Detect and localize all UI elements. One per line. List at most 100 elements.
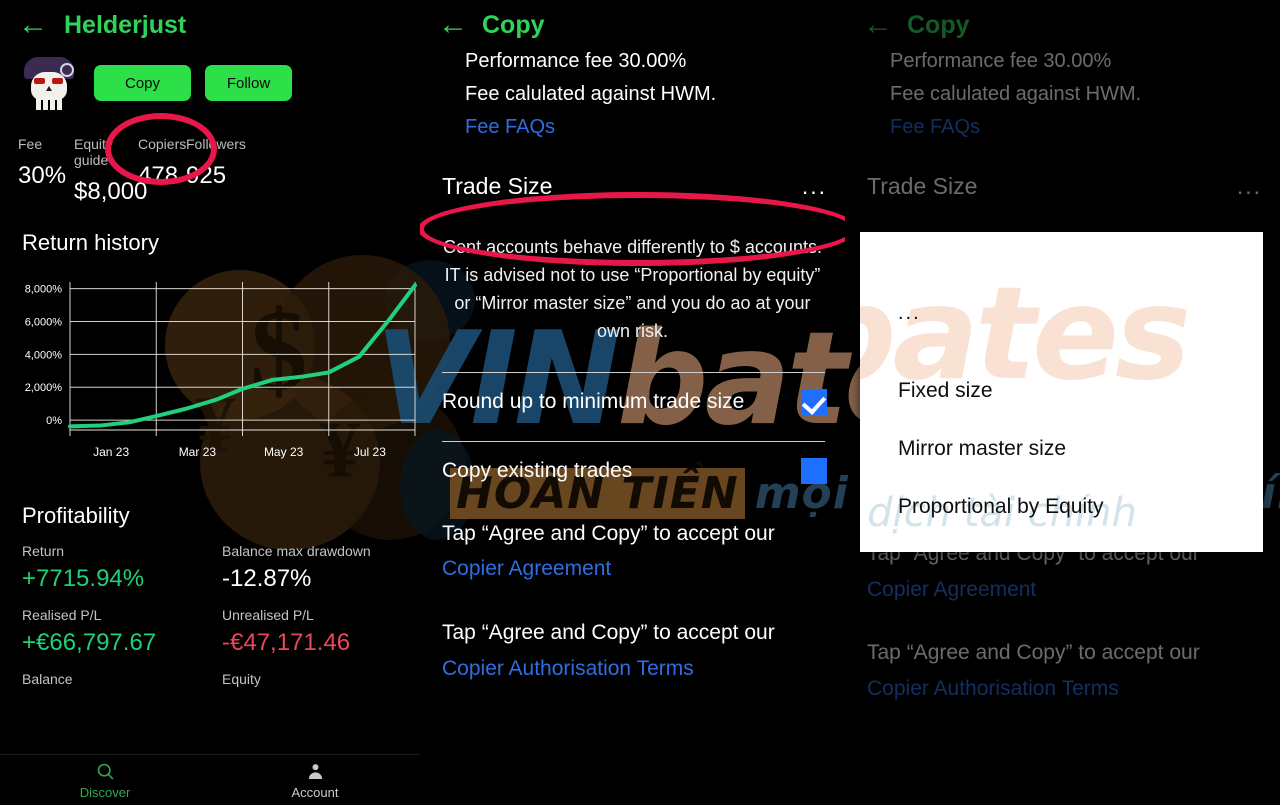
chart-svg: 0% 2,000% 4,000% 6,000% 8,000% Jan 23 Mar 23 Ma… (25, 282, 417, 459)
metric-label: Equity (222, 671, 261, 687)
back-arrow-icon[interactable]: ← (863, 10, 893, 40)
metric-balance-max-drawdown: Balance max drawdown -12.87% (222, 543, 420, 593)
performance-fee-text: Performance fee 30.00% (890, 50, 1112, 72)
agreement-prefix: Tap “Agree and Copy” to accept our (867, 641, 1200, 665)
metric-value: +€66,797.67 (22, 629, 157, 656)
skull-eye-right (52, 78, 63, 84)
metric-label: Unrealised P/L (222, 607, 314, 623)
option-label: Round up to minimum trade size (442, 389, 745, 413)
stat-value: 478 (138, 162, 179, 189)
copy-settings-panel: ← Copy Performance fee 30.00% Fee calula… (420, 0, 845, 805)
page-title: Copy (482, 10, 545, 39)
option-round-up[interactable]: Round up to minimum trade size (420, 373, 845, 415)
svg-text:4,000%: 4,000% (25, 349, 63, 361)
stat-value: 30% (18, 162, 67, 189)
round-up-checkbox[interactable] (801, 388, 827, 415)
screenshot-root: $ ¥ ¥ VINbates HOÀN TIỀNmọi giao dịch tà… (0, 0, 1280, 805)
tab-account[interactable]: Account (210, 755, 420, 805)
dropdown-option-mirror-master-size[interactable]: Mirror master size (860, 420, 1263, 478)
option-copy-existing[interactable]: Copy existing trades (420, 442, 845, 484)
stat-label: Followers (186, 136, 246, 152)
page-title: Copy (907, 10, 970, 39)
tab-label: Account (291, 784, 339, 800)
metric-value: +7715.94% (22, 565, 145, 592)
copier-authorisation-text: Tap “Agree and Copy” to accept our Copie… (845, 607, 1280, 706)
search-icon (97, 763, 113, 779)
cent-account-note: Cent accounts behave differently to $ ac… (443, 237, 822, 341)
tab-discover[interactable]: Discover (0, 755, 210, 805)
metric-label: Balance max drawdown (222, 543, 371, 559)
stat-value: 925 (186, 162, 227, 189)
copy-existing-checkbox[interactable] (801, 457, 827, 484)
skull-tooth (36, 96, 41, 110)
trade-size-label: Trade Size (867, 173, 978, 199)
trade-size-dropdown-panel: ← Copy Performance fee 30.00% Fee calula… (845, 0, 1280, 805)
stat-equity-guide: Equity guide $8,000 (74, 136, 148, 206)
option-label: Copy existing trades (442, 458, 633, 482)
stat-copiers: Copiers 478 (138, 136, 186, 206)
skull-tooth (50, 96, 55, 110)
svg-text:May 23: May 23 (264, 445, 304, 459)
skull-tooth (57, 96, 62, 110)
agreement-prefix: Tap “Agree and Copy” to accept our (442, 620, 775, 644)
trade-size-value[interactable]: ... (802, 173, 827, 200)
svg-text:8,000%: 8,000% (25, 284, 63, 296)
profile-stats: Fee 30% Equity guide $8,000 Copiers 478 … (0, 114, 420, 206)
copier-agreement-text: Tap “Agree and Copy” to accept our Copie… (420, 484, 845, 587)
copier-agreement-link[interactable]: Copier Agreement (442, 557, 611, 580)
skull-tooth (43, 96, 48, 110)
performance-fee-text: Performance fee 30.00% (465, 50, 687, 72)
bottom-tab-bar: Discover Account (0, 754, 420, 805)
back-arrow-icon[interactable]: ← (18, 10, 48, 40)
agreement-prefix: Tap “Agree and Copy” to accept our (442, 521, 775, 545)
page-title: Helderjust (64, 10, 187, 39)
copy-header: ← Copy (420, 0, 845, 40)
stat-value: $8,000 (74, 178, 148, 205)
skull-eye-left (34, 78, 45, 84)
trade-size-row[interactable]: Trade Size ... (420, 139, 845, 200)
trade-size-label: Trade Size (442, 173, 553, 199)
metric-equity: Equity (222, 671, 420, 693)
fee-note-text: Fee calulated against HWM. (890, 83, 1142, 105)
person-icon (308, 763, 322, 779)
metric-realised-pl: Realised P/L +€66,797.67 (22, 607, 222, 657)
svg-text:2,000%: 2,000% (25, 382, 63, 394)
copier-authorisation-text: Tap “Agree and Copy” to accept our Copie… (420, 587, 845, 686)
svg-text:0%: 0% (46, 415, 62, 427)
svg-text:Jul 23: Jul 23 (354, 445, 386, 459)
stat-followers: Followers 925 (186, 136, 246, 206)
fee-note-text: Fee calulated against HWM. (465, 83, 717, 105)
metric-label: Realised P/L (22, 607, 102, 623)
metric-label: Return (22, 543, 65, 559)
trade-size-dropdown-menu[interactable]: bates o dịch tài chính ... Fixed size Mi… (860, 232, 1263, 552)
svg-text:Mar 23: Mar 23 (179, 445, 217, 459)
stat-label: Equity guide (74, 136, 113, 168)
metric-value: -12.87% (222, 565, 312, 592)
dropdown-option-proportional-by-equity[interactable]: Proportional by Equity (860, 478, 1263, 536)
metric-unrealised-pl: Unrealised P/L -€47,171.46 (222, 607, 420, 657)
return-history-title: Return history (22, 230, 159, 255)
copy-button[interactable]: Copy (94, 65, 191, 101)
copier-authorisation-link[interactable]: Copier Authorisation Terms (442, 657, 694, 680)
trade-size-row[interactable]: Trade Size ... (845, 139, 1280, 200)
metric-value: -€47,171.46 (222, 629, 351, 656)
dropdown-option-placeholder[interactable]: ... (860, 232, 1263, 362)
stat-label: Fee (18, 136, 43, 152)
copier-agreement-link[interactable]: Copier Agreement (867, 578, 1036, 601)
follow-button[interactable]: Follow (205, 65, 292, 101)
profile-panel: ← Helderjust Copy Follow Fee 30% Equity … (0, 0, 420, 805)
metric-balance: Balance (22, 671, 222, 693)
fee-faqs-link[interactable]: Fee FAQs (845, 106, 1280, 139)
profile-header: ← Helderjust (0, 0, 420, 40)
back-arrow-icon[interactable]: ← (438, 10, 468, 40)
svg-text:Jan 23: Jan 23 (93, 445, 129, 459)
copier-authorisation-link[interactable]: Copier Authorisation Terms (867, 677, 1119, 700)
copy-header: ← Copy (845, 0, 1280, 40)
stat-fee: Fee 30% (18, 136, 74, 206)
avatar[interactable] (18, 52, 80, 114)
stat-label: Copiers (138, 136, 187, 152)
fee-faqs-link[interactable]: Fee FAQs (420, 106, 845, 139)
dropdown-option-fixed-size[interactable]: Fixed size (860, 362, 1263, 420)
trade-size-value[interactable]: ... (1237, 173, 1262, 200)
metric-label: Balance (22, 671, 73, 687)
